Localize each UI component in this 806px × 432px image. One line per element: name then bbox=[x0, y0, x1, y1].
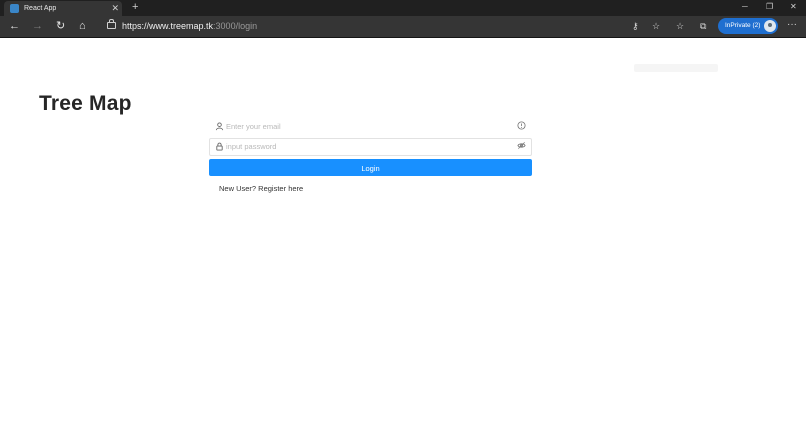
close-window-icon[interactable]: ✕ bbox=[790, 1, 797, 13]
email-input[interactable] bbox=[226, 120, 511, 133]
info-icon[interactable] bbox=[517, 121, 526, 133]
faint-overlay bbox=[634, 64, 718, 72]
lock-icon[interactable] bbox=[107, 19, 116, 29]
user-icon bbox=[215, 122, 224, 134]
password-field[interactable] bbox=[209, 138, 532, 156]
register-link[interactable]: New User? Register here bbox=[219, 183, 303, 194]
email-field[interactable] bbox=[209, 118, 532, 136]
page-title: Tree Map bbox=[39, 92, 132, 116]
password-input[interactable] bbox=[226, 140, 511, 153]
url-host: https://www.treemap.tk bbox=[122, 21, 214, 31]
address-bar[interactable]: https://www.treemap.tk:3000/login bbox=[122, 20, 257, 33]
tab-title: React App bbox=[24, 5, 57, 12]
key-icon[interactable]: ⚷ bbox=[632, 20, 639, 33]
forward-icon[interactable]: → bbox=[32, 19, 43, 33]
browser-tab[interactable]: React App ✕ bbox=[4, 1, 122, 16]
home-icon[interactable]: ⌂ bbox=[79, 19, 86, 33]
tab-close-icon[interactable]: ✕ bbox=[111, 2, 119, 14]
eye-invisible-icon[interactable] bbox=[517, 141, 526, 153]
favorites-icon[interactable]: ☆ bbox=[676, 20, 684, 33]
new-tab-icon[interactable]: + bbox=[132, 0, 138, 15]
minimize-icon[interactable]: ─ bbox=[742, 1, 748, 13]
refresh-icon[interactable]: ↻ bbox=[56, 19, 65, 33]
lock-icon bbox=[215, 142, 224, 154]
browser-tab-strip: React App ✕ + ─ ❐ ✕ bbox=[0, 0, 806, 16]
page-content: Tree Map Login New User? Register here bbox=[0, 38, 806, 432]
restore-icon[interactable]: ❐ bbox=[766, 1, 773, 13]
collections-icon[interactable]: ⧉ bbox=[700, 20, 706, 33]
url-path: :3000/login bbox=[213, 21, 258, 31]
react-favicon-icon bbox=[10, 4, 19, 13]
inprivate-label: InPrivate (2) bbox=[725, 22, 761, 29]
avatar bbox=[764, 20, 776, 32]
login-button[interactable]: Login bbox=[209, 159, 532, 176]
more-menu-icon[interactable]: ··· bbox=[787, 19, 797, 30]
inprivate-button[interactable]: InPrivate (2) bbox=[718, 18, 778, 34]
favorite-star-icon[interactable]: ☆ bbox=[652, 20, 660, 33]
back-icon[interactable]: ← bbox=[9, 19, 20, 33]
browser-toolbar: ← → ↻ ⌂ https://www.treemap.tk:3000/logi… bbox=[0, 16, 806, 38]
